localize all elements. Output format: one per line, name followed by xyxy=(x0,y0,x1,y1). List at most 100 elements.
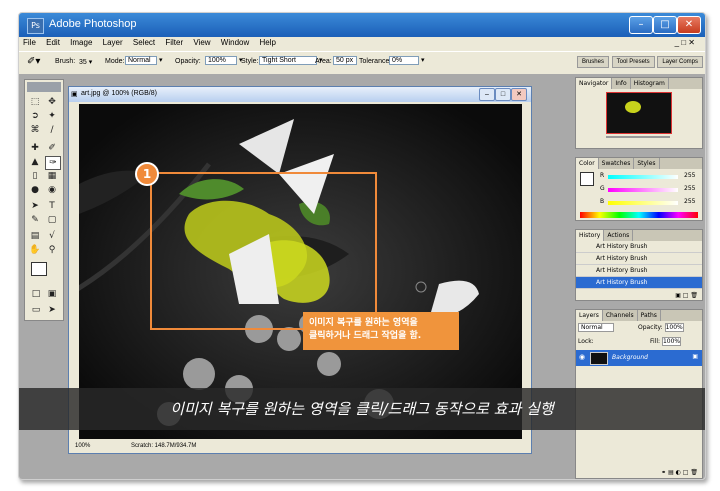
layer-row-background[interactable]: ◉ Background ▣ xyxy=(576,350,702,366)
layer-fill-field[interactable]: Fill: 100% xyxy=(650,337,682,346)
zoom-tool-icon[interactable]: ⚲ xyxy=(45,244,59,256)
menu-view[interactable]: View xyxy=(189,37,214,48)
red-value[interactable]: 255 xyxy=(684,172,695,179)
healing-brush-tool-icon[interactable]: ✚ xyxy=(28,142,42,154)
slice-tool-icon[interactable]: ∕ xyxy=(45,124,59,136)
menu-file[interactable]: File xyxy=(19,37,40,48)
layer-opacity-field[interactable]: Opacity: 100% xyxy=(638,323,684,332)
menu-edit[interactable]: Edit xyxy=(42,37,64,48)
style-select[interactable]: Tight Short ▾ xyxy=(257,56,322,65)
red-label: R xyxy=(600,172,605,179)
tab-channels[interactable]: Channels xyxy=(603,310,638,321)
layer-name: Background xyxy=(612,354,648,361)
navigator-panel: Navigator Info Histogram xyxy=(575,77,703,149)
tab-layer-comps[interactable]: Layer Comps xyxy=(657,56,703,68)
tab-history[interactable]: History xyxy=(576,230,605,241)
zoom-level[interactable]: 100% xyxy=(75,443,90,449)
marquee-tool-icon[interactable]: ⬚ xyxy=(28,96,42,108)
tab-swatches[interactable]: Swatches xyxy=(599,158,635,169)
instruction-callout: 이미지 복구를 원하는 영역을 클릭하거나 드래그 작업을 함. xyxy=(303,312,459,350)
red-slider[interactable] xyxy=(608,175,678,179)
navigator-zoom-slider[interactable] xyxy=(606,136,670,138)
navigator-thumbnail[interactable] xyxy=(606,92,672,134)
history-state-selected[interactable]: Art History Brush xyxy=(576,277,702,289)
doc-maximize-button[interactable]: □ xyxy=(495,88,511,101)
document-title: art.jpg @ 100% (RGB/8) xyxy=(81,90,157,97)
gradient-tool-icon[interactable]: ▦ xyxy=(45,170,59,182)
eyedropper-tool-icon[interactable]: √ xyxy=(45,230,59,242)
lasso-tool-icon[interactable]: ➲ xyxy=(28,110,42,122)
magic-wand-tool-icon[interactable]: ✦ xyxy=(45,110,59,122)
color-ramp[interactable] xyxy=(580,212,698,218)
menu-image[interactable]: Image xyxy=(66,37,96,48)
workspace: ⬚ ✥ ➲ ✦ ⌘ ∕ ✚ ✐ ▲ ✑ ▯ ▦ ● ◉ ➤ T ✎ ▢ ▤ √ … xyxy=(19,74,705,479)
tab-actions[interactable]: Actions xyxy=(604,230,634,241)
scratch-size: Scratch: 148.7M/934.7M xyxy=(131,443,197,449)
clone-stamp-tool-icon[interactable]: ▲ xyxy=(28,156,42,168)
area-field[interactable]: 50 px xyxy=(331,56,357,65)
menu-filter[interactable]: Filter xyxy=(161,37,187,48)
dodge-tool-icon[interactable]: ◉ xyxy=(45,184,59,196)
tab-tool-presets[interactable]: Tool Presets xyxy=(611,56,655,68)
blue-slider[interactable] xyxy=(608,201,678,205)
tab-paths[interactable]: Paths xyxy=(638,310,661,321)
blend-mode-select[interactable]: Normal xyxy=(578,323,614,332)
style-value: Tight Short xyxy=(259,56,317,65)
foreground-color-swatch[interactable] xyxy=(31,262,47,276)
path-selection-tool-icon[interactable]: ➤ xyxy=(28,200,42,212)
jump-to-imageready-icon[interactable]: ➤ xyxy=(45,304,59,316)
art-history-brush-icon[interactable]: ✐▾ xyxy=(27,56,40,67)
shape-tool-icon[interactable]: ▢ xyxy=(45,214,59,226)
lock-label: Lock: xyxy=(578,338,594,345)
quick-mask-icon[interactable]: ▣ xyxy=(45,288,59,300)
menu-layer[interactable]: Layer xyxy=(99,37,127,48)
opacity-field[interactable]: 100% ▾ xyxy=(203,56,242,65)
notes-tool-icon[interactable]: ▤ xyxy=(28,230,42,242)
green-slider[interactable] xyxy=(608,188,678,192)
blue-value[interactable]: 255 xyxy=(684,198,695,205)
move-tool-icon[interactable]: ✥ xyxy=(45,96,59,108)
hand-tool-icon[interactable]: ✋ xyxy=(28,244,42,256)
close-button[interactable]: ✕ xyxy=(677,16,701,34)
brush-tool-icon[interactable]: ✐ xyxy=(45,142,59,154)
doc-window-controls[interactable]: _ □ ✕ xyxy=(671,37,699,48)
history-footer-icons[interactable]: ▣ □ 🗑 xyxy=(675,292,698,299)
highlight-rectangle xyxy=(150,172,377,330)
blur-tool-icon[interactable]: ● xyxy=(28,184,42,196)
standard-mode-icon[interactable]: □ xyxy=(29,288,43,300)
green-label: G xyxy=(600,185,605,192)
document-status-bar: 100% Scratch: 148.7M/934.7M xyxy=(69,440,531,453)
tab-styles[interactable]: Styles xyxy=(634,158,660,169)
eye-icon[interactable]: ◉ xyxy=(579,353,585,361)
tab-info[interactable]: Info xyxy=(612,78,631,89)
maximize-button[interactable]: □ xyxy=(653,16,677,34)
pen-tool-icon[interactable]: ✎ xyxy=(28,214,42,226)
screen-mode-icon[interactable]: ▭ xyxy=(29,304,43,316)
menu-help[interactable]: Help xyxy=(255,37,279,48)
doc-close-button[interactable]: ✕ xyxy=(511,88,527,101)
crop-tool-icon[interactable]: ⌘ xyxy=(28,124,42,136)
tab-navigator[interactable]: Navigator xyxy=(576,78,613,89)
tab-brushes[interactable]: Brushes xyxy=(576,56,609,68)
history-state[interactable]: Art History Brush xyxy=(576,265,702,277)
tab-color[interactable]: Color xyxy=(576,158,599,169)
doc-minimize-button[interactable]: – xyxy=(479,88,495,101)
tab-histogram[interactable]: Histogram xyxy=(631,78,669,89)
layers-footer-icons[interactable]: ⚭ ▤ ◐ □ 🗑 xyxy=(661,469,698,476)
history-state[interactable]: Art History Brush xyxy=(576,253,702,265)
art-history-brush-tool-icon[interactable]: ✑ xyxy=(45,156,61,170)
menu-window[interactable]: Window xyxy=(217,37,253,48)
menu-select[interactable]: Select xyxy=(129,37,159,48)
type-tool-icon[interactable]: T xyxy=(45,200,59,212)
tolerance-field[interactable]: 0% ▾ xyxy=(387,56,424,65)
options-bar: ✐▾ Brush: 35 ▾ Mode: Normal ▾ Opacity: 1… xyxy=(19,51,705,75)
eraser-tool-icon[interactable]: ▯ xyxy=(28,170,42,182)
brush-size-picker[interactable]: 35 ▾ xyxy=(79,58,92,66)
green-value[interactable]: 255 xyxy=(684,185,695,192)
mode-select[interactable]: Normal ▾ xyxy=(123,56,162,65)
tab-layers[interactable]: Layers xyxy=(576,310,603,321)
color-foreground-swatch[interactable] xyxy=(580,172,594,186)
history-state[interactable]: Art History Brush xyxy=(576,241,702,253)
mode-label: Mode: xyxy=(105,58,125,65)
minimize-button[interactable]: – xyxy=(629,16,653,34)
